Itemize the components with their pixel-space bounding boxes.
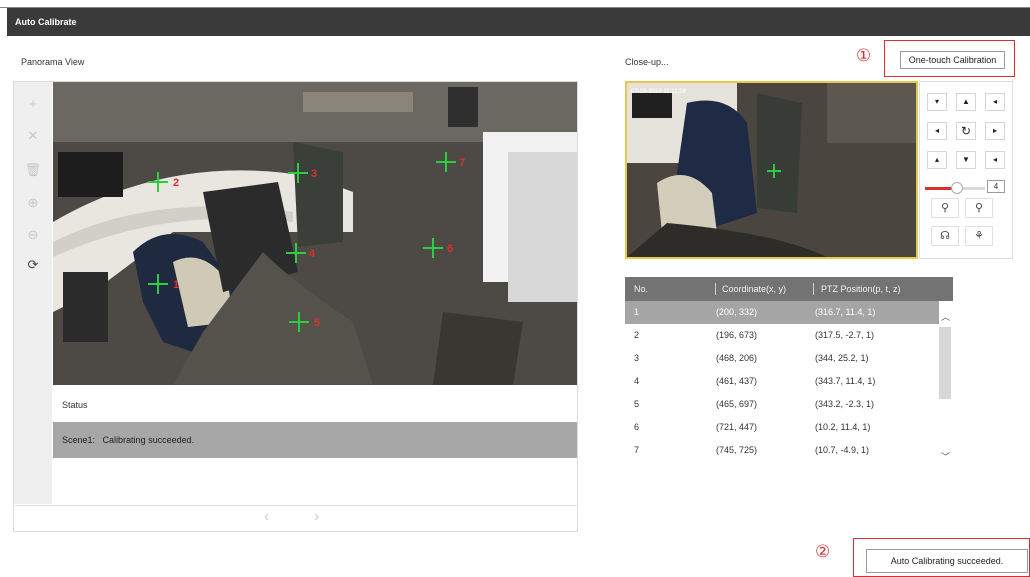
closeup-label: Close-up...	[625, 57, 669, 67]
status-message: Calibrating succeeded.	[102, 435, 195, 445]
zoom-out-icon[interactable]: ⊖	[14, 225, 52, 245]
add-point-icon[interactable]: +	[14, 94, 52, 114]
ptz-auto-pan-button[interactable]: ↻	[956, 122, 976, 140]
ptz-speed-knob[interactable]	[951, 182, 963, 194]
scroll-down-icon[interactable]: ﹀	[941, 450, 950, 463]
table-header: No. Coordinate(x, y) PTZ Position(p, t, …	[625, 277, 953, 301]
ptz-left-button[interactable]: ◂	[927, 122, 947, 140]
window-title: Auto Calibrate	[7, 8, 1030, 36]
status-scene: Scene1:	[62, 435, 96, 445]
table-row[interactable]: 1 (200, 332) (316.7, 11.4, 1)	[625, 301, 939, 324]
table-row[interactable]: 3 (468, 206) (344, 25.2, 1)	[625, 347, 939, 370]
pager: ‹ ›	[14, 505, 577, 531]
closeup-scene: 07-22-2022 11:11:28	[627, 83, 916, 257]
marker-label-1: 1	[173, 279, 179, 291]
focus-near-icon[interactable]: ☊	[931, 226, 959, 246]
ptz-down-left-button[interactable]: ▴	[927, 151, 947, 169]
result-toast: Auto Calibrating succeeded.	[866, 549, 1028, 573]
marker-label-5: 5	[314, 317, 320, 329]
prev-page-icon[interactable]: ‹	[264, 508, 269, 526]
table-row[interactable]: 6 (721, 447) (10.2, 11.4, 1)	[625, 416, 939, 439]
calibration-points-table: No. Coordinate(x, y) PTZ Position(p, t, …	[625, 277, 953, 472]
trash-icon[interactable]: 🗑	[14, 160, 52, 180]
ptz-right-button[interactable]: ▸	[985, 122, 1005, 140]
marker-label-3: 3	[311, 168, 317, 180]
zoom-in-icon[interactable]: ⊕	[14, 193, 52, 213]
table-row[interactable]: 2 (196, 673) (317.5, -2.7, 1)	[625, 324, 939, 347]
zoom-out-icon[interactable]: ⚲	[931, 198, 959, 218]
panorama-toolbar: + ✕ 🗑 ⊕ ⊖ ⟳	[14, 82, 52, 504]
ptz-down-right-button[interactable]: ◂	[985, 151, 1005, 169]
calibration-markers: 2 1 3 4 5 6 7	[148, 152, 465, 332]
col-ptz: PTZ Position(p, t, z)	[821, 284, 901, 294]
ptz-down-button[interactable]: ▼	[956, 151, 976, 169]
table-row[interactable]: 5 (465, 697) (343.2, -2.3, 1)	[625, 393, 939, 416]
top-border	[0, 0, 1030, 8]
closeup-image[interactable]: 07-22-2022 11:11:28	[625, 81, 918, 259]
status-bar: Scene1: Calibrating succeeded.	[53, 422, 577, 458]
panorama-image[interactable]: 2 1 3 4 5 6 7	[53, 82, 577, 385]
scroll-up-icon[interactable]: ︿	[941, 310, 950, 323]
status-label: Status	[62, 400, 88, 410]
col-coordinate: Coordinate(x, y)	[722, 284, 787, 294]
table-row[interactable]: 4 (461, 437) (343.7, 11.4, 1)	[625, 370, 939, 393]
table-row[interactable]: 7 (745, 725) (10.7, -4.9, 1)	[625, 439, 939, 462]
closeup-osd: 07-22-2022 11:11:28	[631, 89, 686, 95]
marker-label-7: 7	[459, 157, 465, 169]
panorama-view-label: Panorama View	[21, 57, 85, 67]
marker-label-6: 6	[447, 243, 453, 255]
focus-far-icon[interactable]: ⚘	[965, 226, 993, 246]
refresh-icon[interactable]: ⟳	[14, 255, 52, 275]
marker-label-4: 4	[309, 248, 316, 260]
ptz-up-button[interactable]: ▲	[956, 93, 976, 111]
marker-label-2: 2	[173, 177, 179, 189]
annotation-step-1: ①	[856, 46, 872, 65]
zoom-in-icon[interactable]: ⚲	[965, 198, 993, 218]
annotation-step-2: ②	[815, 542, 831, 561]
one-touch-calibration-button[interactable]: One-touch Calibration	[900, 51, 1005, 69]
next-page-icon[interactable]: ›	[314, 508, 319, 526]
ptz-up-left-button[interactable]: ▾	[927, 93, 947, 111]
ptz-speed-value: 4	[987, 180, 1005, 193]
col-no: No.	[634, 284, 649, 294]
ptz-up-right-button[interactable]: ◂	[985, 93, 1005, 111]
delete-point-icon[interactable]: ✕	[14, 126, 52, 146]
table-scroll-thumb[interactable]	[939, 327, 951, 399]
